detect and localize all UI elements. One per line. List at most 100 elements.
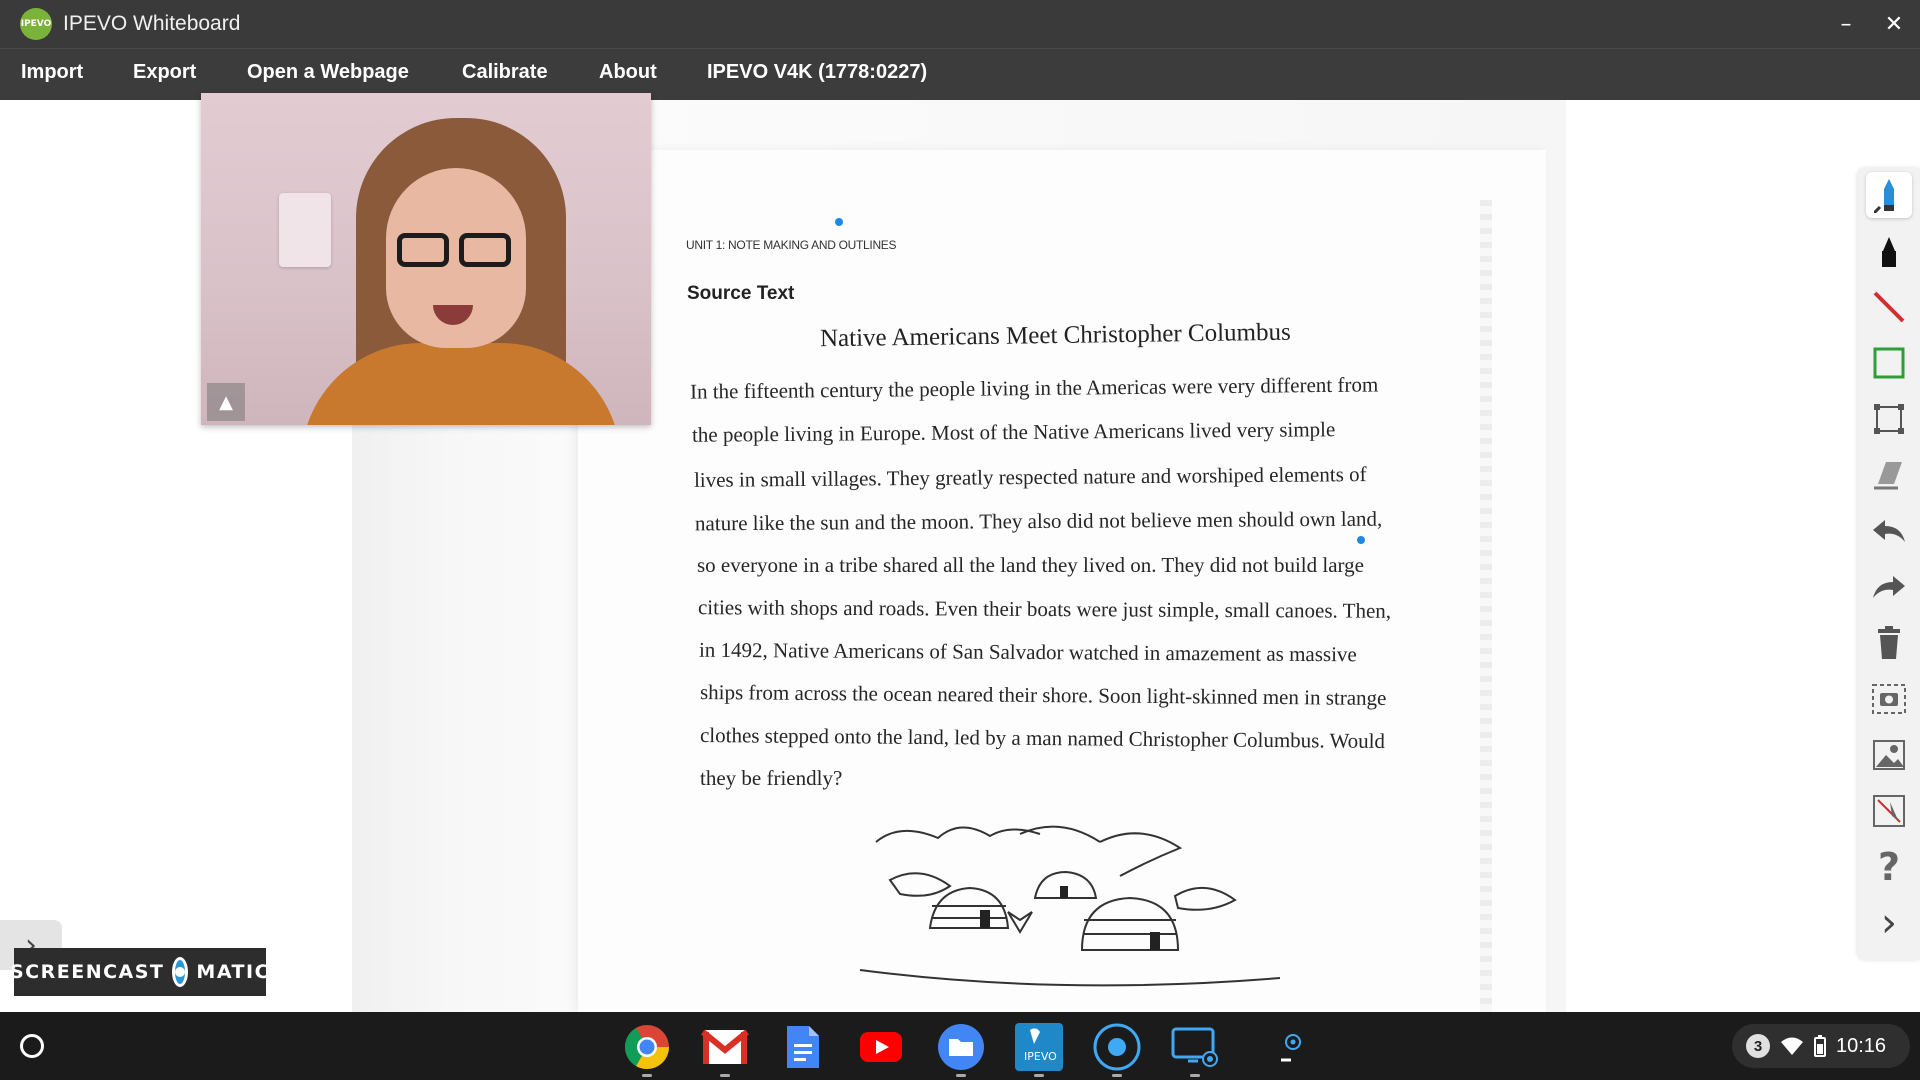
screencast-watermark: SCREENCAST MATIC <box>10 948 269 996</box>
youtube-app-button[interactable] <box>856 1022 906 1072</box>
screen-capture-app-button[interactable] <box>1170 1022 1220 1072</box>
running-indicator <box>1034 1074 1044 1077</box>
status-tray[interactable]: 3 10:16 <box>1732 1024 1910 1068</box>
ipevo-app-button[interactable]: IPEVO <box>1014 1022 1064 1072</box>
running-indicator <box>720 1074 730 1077</box>
undo-button[interactable] <box>1866 508 1912 554</box>
chevron-right-icon: › <box>1881 900 1897 946</box>
hut-lines <box>931 905 1007 919</box>
campfire-outline <box>1007 911 1033 934</box>
notification-count-badge: 3 <box>1746 1034 1770 1058</box>
ground-line <box>860 969 1280 987</box>
youtube-icon <box>860 1032 902 1062</box>
marker-tool-button[interactable] <box>1866 228 1912 274</box>
wifi-icon <box>1781 1037 1803 1055</box>
tree-outline <box>1099 832 1183 877</box>
running-indicator <box>1112 1074 1122 1077</box>
screencast-logo-icon <box>172 957 189 987</box>
pencil-tool-button[interactable] <box>1866 172 1912 218</box>
toolbar-collapse-button[interactable]: › <box>1866 900 1912 946</box>
hut-outline <box>928 886 1010 929</box>
rectangle-tool-button[interactable] <box>1866 340 1912 386</box>
ipevo-logo-icon: IPEVO <box>20 8 52 40</box>
os-taskbar: IPEVO 3 10:16 <box>0 1012 1920 1080</box>
minimize-button[interactable]: – <box>1830 8 1862 40</box>
help-button[interactable]: ? <box>1866 844 1912 890</box>
svg-text:IPEVO: IPEVO <box>1024 1050 1057 1063</box>
chrome-app-button[interactable] <box>622 1022 672 1072</box>
page-edge <box>1480 200 1492 1012</box>
document-line: nature like the sun and the moon. They a… <box>694 506 1383 536</box>
marker-icon <box>1882 237 1896 267</box>
annotate-icon <box>1873 795 1905 827</box>
line-tool-button[interactable] <box>1866 284 1912 330</box>
screencast-app-button[interactable] <box>1092 1022 1142 1072</box>
document-line: cities with shops and roads. Even their … <box>697 595 1392 623</box>
menu-export[interactable]: Export <box>133 61 196 84</box>
select-tool-button[interactable] <box>1866 396 1912 442</box>
files-icon <box>938 1024 984 1070</box>
launcher-button[interactable] <box>12 1026 52 1066</box>
gmail-app-button[interactable] <box>700 1022 750 1072</box>
title-bar: IPEVO IPEVO Whiteboard – ✕ <box>0 0 1920 48</box>
insert-image-button[interactable] <box>1866 732 1912 778</box>
undo-icon <box>1873 520 1905 542</box>
webcam-preview[interactable] <box>201 93 651 425</box>
window-title: IPEVO Whiteboard <box>63 12 241 35</box>
section-heading: Source Text <box>687 283 795 304</box>
tree-outline <box>875 826 1041 843</box>
close-button[interactable]: ✕ <box>1878 8 1910 40</box>
watermark-text-right: MATIC <box>196 961 271 983</box>
presenter-glasses <box>459 233 511 267</box>
menu-import[interactable]: Import <box>21 61 83 84</box>
document-line: so everyone in a tribe shared all the la… <box>697 553 1364 577</box>
files-app-button[interactable] <box>936 1022 986 1072</box>
running-indicator <box>956 1074 966 1077</box>
rectangle-icon <box>1873 347 1905 379</box>
line-icon <box>1873 291 1905 323</box>
pencil-icon <box>1874 179 1894 213</box>
unit-header: UNIT 1: NOTE MAKING AND OUTLINES <box>686 238 897 252</box>
docs-icon <box>787 1026 819 1068</box>
running-indicator <box>642 1074 652 1077</box>
webcam-collapse-button[interactable]: ▲ <box>207 383 245 421</box>
eraser-icon <box>1874 462 1902 490</box>
watermark-text-left: SCREENCAST <box>9 961 165 983</box>
pointer-dot <box>835 218 843 226</box>
tree-outline <box>1019 825 1101 843</box>
menu-calibrate[interactable]: Calibrate <box>462 61 548 84</box>
hut-lines <box>1083 919 1177 935</box>
pointer-dot <box>1357 536 1365 544</box>
screen-capture-icon <box>1171 1027 1218 1067</box>
hut-door <box>1060 886 1068 898</box>
chrome-icon <box>625 1025 669 1069</box>
clock-time: 10:16 <box>1836 1034 1887 1057</box>
battery-icon <box>1814 1035 1826 1057</box>
drawing-toolbar: ? › <box>1858 168 1920 960</box>
redo-button[interactable] <box>1866 564 1912 610</box>
hut-door <box>980 910 990 928</box>
stylus-tools-button[interactable] <box>1266 1022 1316 1072</box>
trash-icon <box>1878 626 1900 659</box>
clear-button[interactable] <box>1866 620 1912 666</box>
hut-outline <box>1080 896 1180 951</box>
gmail-icon <box>701 1029 749 1064</box>
wall-light-switch <box>279 193 331 267</box>
ipevo-icon: IPEVO <box>1015 1023 1063 1071</box>
menu-open-webpage[interactable]: Open a Webpage <box>247 61 409 84</box>
capture-icon <box>1872 684 1906 714</box>
annotate-tool-button[interactable] <box>1866 788 1912 834</box>
docs-app-button[interactable] <box>778 1022 828 1072</box>
village-illustration <box>860 825 1280 987</box>
help-icon: ? <box>1877 845 1901 889</box>
redo-icon <box>1873 576 1905 598</box>
menu-about[interactable]: About <box>599 61 657 84</box>
presenter-glasses <box>397 233 449 267</box>
menu-camera-source[interactable]: IPEVO V4K (1778:0227) <box>707 61 927 84</box>
hut-door <box>1150 932 1160 950</box>
eraser-tool-button[interactable] <box>1866 452 1912 498</box>
stylus-icon <box>1281 1034 1301 1062</box>
snapshot-button[interactable] <box>1866 676 1912 722</box>
presenter-sweater <box>301 343 621 425</box>
image-icon <box>1873 740 1905 770</box>
